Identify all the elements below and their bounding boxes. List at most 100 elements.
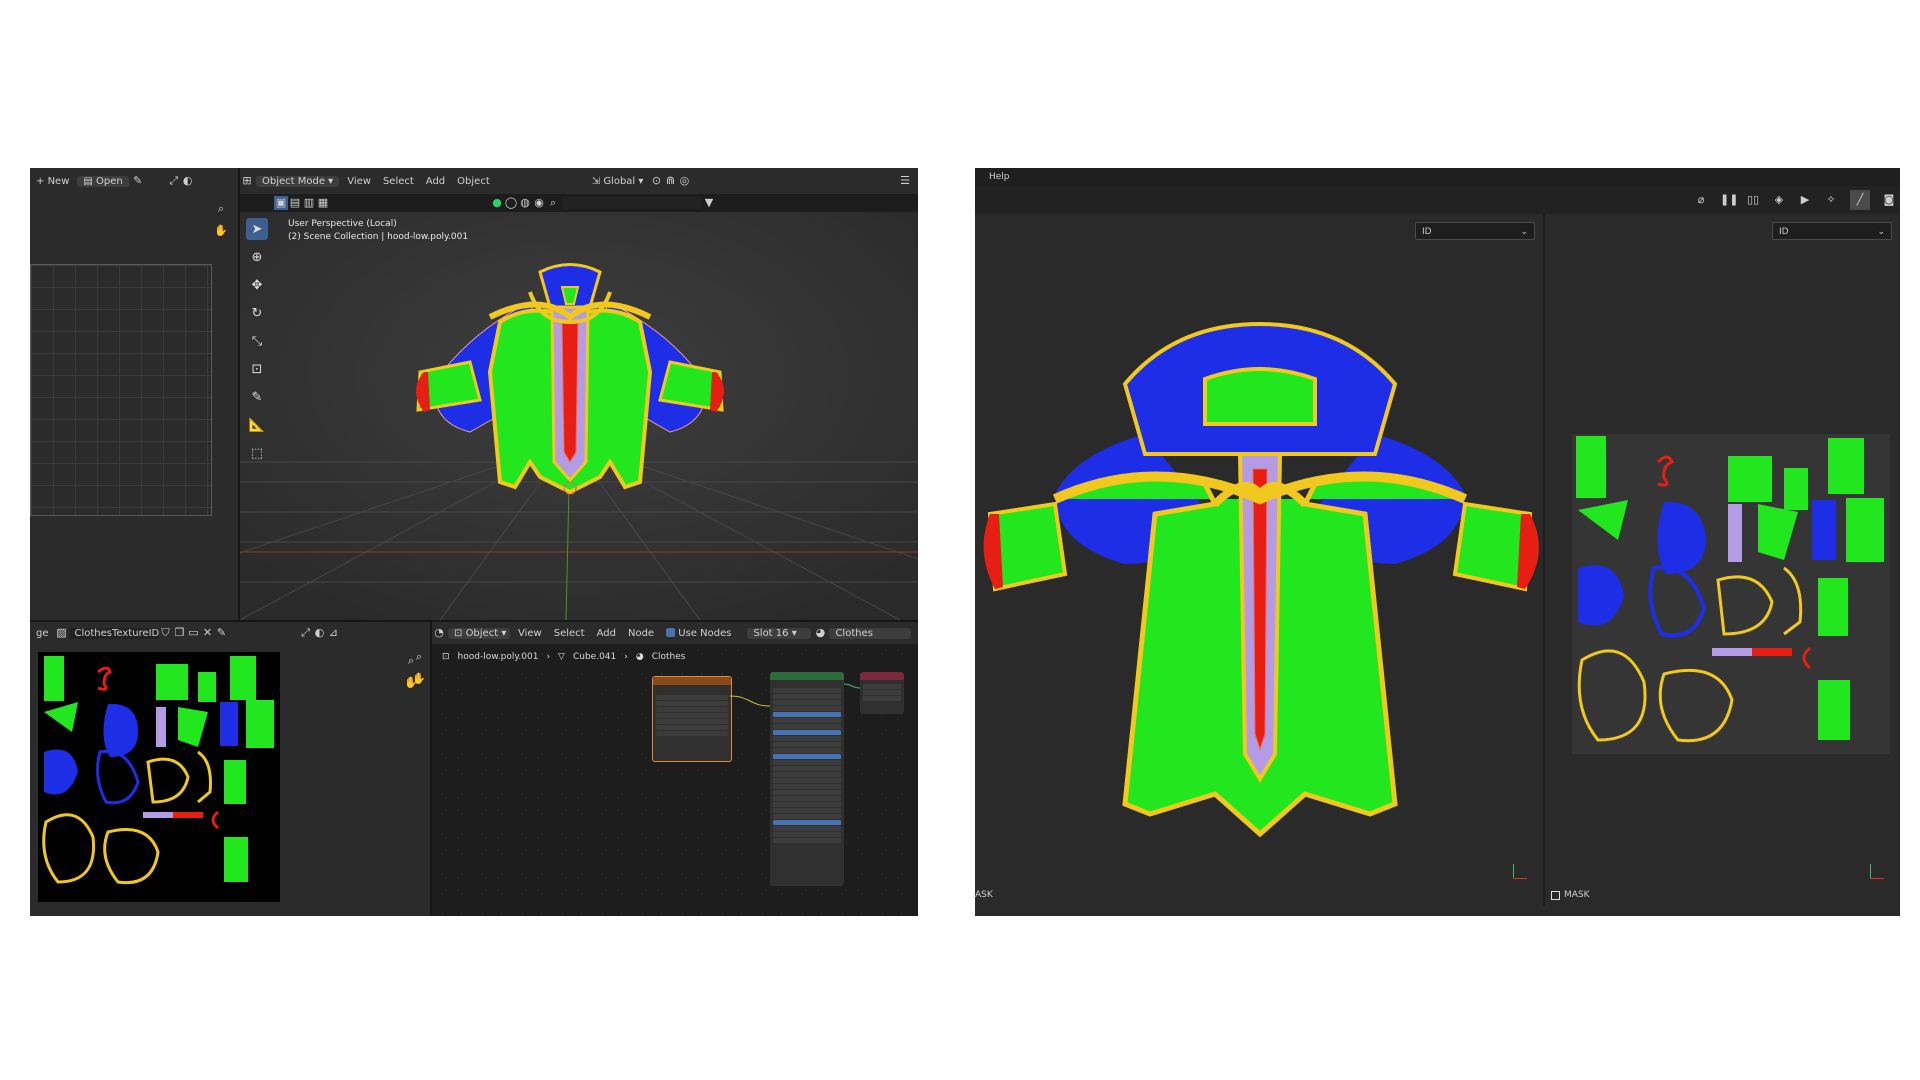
pause-icon[interactable]: ❚❚	[1720, 193, 1738, 207]
painter-3d-viewport[interactable]: ID ⌄ ASK	[975, 214, 1543, 906]
node-links	[729, 683, 861, 707]
uv-editor-label: ge	[36, 627, 49, 639]
node-pan-icon[interactable]: ✋	[412, 672, 426, 686]
select-subtract-icon[interactable]: ▥	[302, 196, 316, 210]
uv-display-icon[interactable]: ⊿	[327, 626, 341, 640]
duplicate-image-icon[interactable]: ❐	[173, 626, 187, 640]
scale-tool-icon[interactable]: ⤡	[246, 330, 268, 352]
editor-type-icon[interactable]: ⊞	[240, 174, 254, 188]
node-editor-type-icon[interactable]: ◔	[432, 626, 446, 640]
transform-orientation-dropdown[interactable]: ⇲ Global ▾	[586, 176, 650, 187]
pin-icon[interactable]: ✎	[131, 174, 145, 188]
open-label: Open	[96, 175, 123, 187]
use-nodes-checkbox[interactable]: Use Nodes	[660, 628, 737, 639]
filter-icon[interactable]: ▼	[702, 196, 716, 210]
menu-bar: Help	[975, 168, 1900, 186]
select-box-icon[interactable]: ▣	[274, 196, 288, 210]
painter-toolbar: ⌀ ❚❚ ▯▯ ◈ ▶ ✧ ╱ ◙	[975, 186, 1900, 214]
mode-dropdown[interactable]: Object Mode ▾	[256, 175, 340, 187]
search-icon[interactable]: ⌕	[546, 196, 560, 210]
viewport-scene	[240, 212, 918, 620]
transform-tool-icon[interactable]: ⊡	[246, 358, 268, 380]
object-type-dropdown[interactable]: ⊡ Object ▾	[448, 627, 510, 639]
image-name-field[interactable]: ClothesTextureID	[68, 627, 159, 639]
use-nodes-label: Use Nodes	[678, 627, 732, 639]
uv-sync-icon[interactable]: ⤢	[167, 174, 181, 188]
uv-editor-header: ge ▨ ClothesTextureID ⛉ ❐ ▭ ✕ ✎ ⤢ ◐ ⊿	[30, 622, 430, 644]
new-label: New	[47, 175, 70, 187]
video-icon[interactable]: ▶	[1798, 193, 1812, 207]
node-editor-header: ◔ ⊡ Object ▾ View Select Add Node Use No…	[432, 622, 918, 644]
select-extend-icon[interactable]: ▤	[288, 196, 302, 210]
mask-checkbox-icon[interactable]	[1551, 890, 1560, 900]
node-menu-view[interactable]: View	[512, 628, 548, 639]
slot-label: Slot 16	[753, 627, 789, 639]
image-browse-icon[interactable]: ▨	[55, 626, 69, 640]
node-menu-select[interactable]: Select	[548, 628, 591, 639]
menu-add[interactable]: Add	[420, 176, 451, 187]
hide-ui-icon[interactable]: ⌀	[1694, 193, 1708, 207]
node-zoom-icon[interactable]: ⌕	[412, 650, 426, 664]
orientation-label: Global	[603, 175, 636, 187]
uv-sync-selection-icon[interactable]: ⤢	[299, 626, 313, 640]
camera-cube-icon[interactable]: ◈	[1772, 193, 1786, 207]
menu-object[interactable]: Object	[451, 176, 496, 187]
uv-editor-area: ⌕ ✋	[30, 644, 430, 916]
viewport-header: ⊞ Object Mode ▾ View Select Add Object ⇲…	[240, 168, 918, 194]
shading-material-icon[interactable]: ◍	[518, 196, 532, 210]
viewport-options-icon[interactable]: ☰	[898, 174, 912, 188]
menu-help[interactable]: Help	[975, 172, 1010, 182]
pan-hand-icon[interactable]: ✋	[214, 224, 228, 238]
shading-wire-icon[interactable]: ◯	[504, 196, 518, 210]
shading-solid-icon[interactable]: ●	[490, 196, 504, 210]
move-tool-icon[interactable]: ✥	[246, 274, 268, 296]
image-editor-header: + New ▤ Open ✎ ⤢ ◐	[30, 168, 238, 194]
view-mode-icon[interactable]: ▯▯	[1746, 193, 1760, 207]
snap-icon[interactable]: ⋒	[663, 174, 677, 188]
material-sphere-icon[interactable]: ◕	[813, 626, 827, 640]
pin-image-icon[interactable]: ✎	[215, 626, 229, 640]
select-invert-icon[interactable]: ▦	[316, 196, 330, 210]
pivot-icon[interactable]: ⊙	[649, 174, 663, 188]
viewport-3d[interactable]: User Perspective (Local) (2) Scene Colle…	[240, 212, 918, 620]
node-menu-node[interactable]: Node	[622, 628, 660, 639]
perspective-label: User Perspective (Local)	[288, 219, 397, 229]
object-type-label: Object	[465, 627, 499, 639]
menu-select[interactable]: Select	[377, 176, 420, 187]
cursor-tool-icon[interactable]: ⊕	[246, 246, 268, 268]
channel-label-2d: ID	[1779, 227, 1789, 237]
proportional-edit-icon[interactable]: ◎	[677, 174, 691, 188]
shading-render-icon[interactable]: ◉	[532, 196, 546, 210]
screenshot-camera-icon[interactable]: ◙	[1882, 193, 1896, 207]
blender-window: + New ▤ Open ✎ ⤢ ◐ ⌕ ✋ ⊞ Object Mode ▾ V…	[30, 168, 918, 916]
select-tool-icon[interactable]: ➤	[246, 218, 268, 240]
rotate-tool-icon[interactable]: ↻	[246, 302, 268, 324]
new-image-button[interactable]: + New	[30, 176, 75, 187]
viewport-2d-channel-dropdown[interactable]: ID ⌄	[1772, 222, 1892, 240]
collection-label: (2) Scene Collection | hood-low.poly.001	[288, 232, 469, 242]
painter-2d-viewport[interactable]: ID ⌄ MASK	[1545, 214, 1900, 906]
chevron-down-icon: ⌄	[1877, 227, 1885, 237]
add-cube-tool-icon[interactable]: ⬚	[246, 442, 268, 464]
zoom-icon[interactable]: ⌕	[214, 202, 228, 216]
mask-label-2d: MASK	[1564, 890, 1590, 900]
mask-toggle[interactable]: MASK	[1551, 890, 1590, 900]
node-menu-add[interactable]: Add	[591, 628, 622, 639]
display-settings-icon[interactable]: ✧	[1824, 193, 1838, 207]
brush-icon[interactable]: ╱	[1850, 190, 1870, 210]
annotate-tool-icon[interactable]: ✎	[246, 386, 268, 408]
menu-view[interactable]: View	[341, 176, 377, 187]
uv-texture-image	[38, 652, 280, 902]
slot-dropdown[interactable]: Slot 16 ▾	[747, 627, 812, 639]
viewport-search-input[interactable]	[562, 197, 702, 209]
image-editor-area: ⌕ ✋	[30, 194, 238, 620]
measure-tool-icon[interactable]: 📐	[246, 414, 268, 436]
uv-overlay-icon[interactable]: ◐	[313, 626, 327, 640]
overlay-icon[interactable]: ◐	[181, 174, 195, 188]
unlink-icon[interactable]: ✕	[201, 626, 215, 640]
open-image-button[interactable]: ▤ Open	[77, 175, 129, 187]
node-editor-area: ⊡ hood-low.poly.001 › ▽ Cube.041 › ◕ Clo…	[412, 644, 918, 916]
open-folder-icon[interactable]: ▭	[187, 626, 201, 640]
material-name-field[interactable]: Clothes	[829, 627, 912, 639]
fake-user-icon[interactable]: ⛉	[159, 626, 173, 640]
